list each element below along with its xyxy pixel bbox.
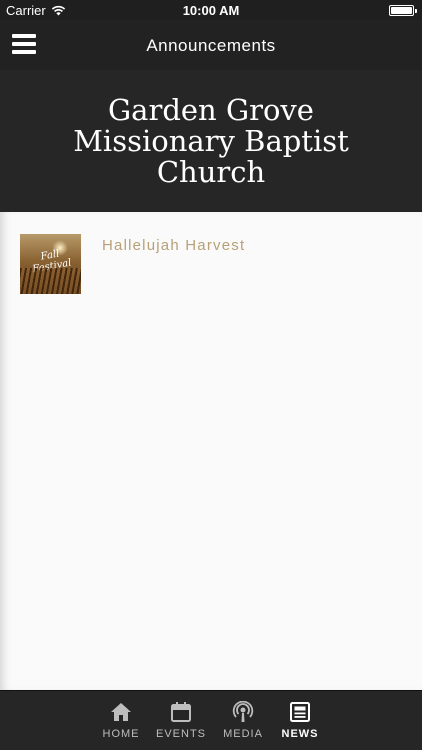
announcements-list: Fall Festival Hallelujah Harvest: [0, 212, 422, 690]
clock: 10:00 AM: [182, 3, 240, 18]
tab-events[interactable]: EVENTS: [150, 691, 212, 750]
announcement-thumbnail: Fall Festival: [20, 234, 81, 294]
list-item[interactable]: Fall Festival Hallelujah Harvest: [20, 234, 410, 294]
church-header: Garden Grove Missionary Baptist Church: [0, 70, 422, 212]
podcast-icon: [232, 701, 254, 722]
calendar-icon: [171, 702, 191, 722]
tab-home[interactable]: HOME: [90, 691, 152, 750]
tab-events-label: EVENTS: [155, 728, 206, 740]
tab-media[interactable]: MEDIA: [212, 691, 274, 750]
navigation-bar: Announcements: [0, 20, 422, 70]
page-title: Announcements: [146, 36, 276, 55]
announcement-title: Hallelujah Harvest: [102, 237, 246, 254]
tab-news[interactable]: NEWS: [269, 691, 331, 750]
tab-media-label: MEDIA: [223, 728, 263, 740]
status-bar: Carrier 10:00 AM: [0, 0, 422, 20]
newspaper-icon: [290, 702, 310, 722]
tab-home-label: HOME: [102, 728, 140, 740]
battery-icon: [389, 5, 417, 16]
home-icon: [111, 703, 131, 721]
tab-news-label: NEWS: [281, 728, 319, 740]
tab-bar: HOME EVENTS MEDIA NEWS: [0, 690, 422, 750]
church-name: Garden Grove Missionary Baptist Church: [73, 92, 349, 189]
